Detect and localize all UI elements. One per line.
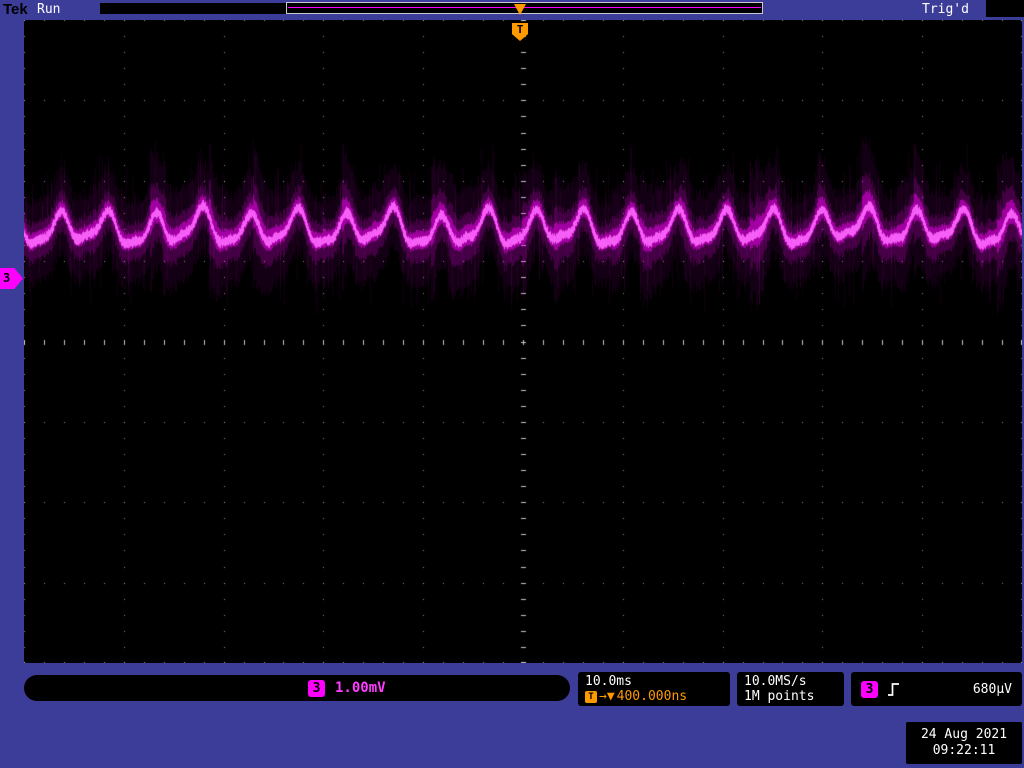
vertical-scale-readout: 3 1.00mV [24,675,570,701]
trigger-source-badge: 3 [861,681,878,698]
top-black-strip [100,3,286,14]
graticule-waveform-canvas [24,20,1022,663]
record-length: 1M points [744,689,837,704]
tek-logo: Tek [3,1,28,18]
delay-arrow-icons: →▼ [599,689,615,704]
acquisition-readout: 10.0MS/s 1M points [737,672,844,706]
time-per-division: 10.0ms [585,674,723,689]
trigger-status: Trig'd [922,2,969,17]
rising-edge-slope-icon [887,682,900,697]
oscilloscope-screen: T [24,20,1022,663]
channel-3-badge: 3 [308,680,325,697]
trigger-t-icon: T [585,691,597,703]
top-right-black-panel [986,0,1024,17]
time-value: 09:22:11 [933,743,996,759]
trigger-readout: 3 680µV [851,672,1022,706]
trigger-level-value: 680µV [973,682,1012,697]
sample-rate: 10.0MS/s [744,674,837,689]
delay-value: 400.000ns [617,689,687,704]
horizontal-readout: 10.0ms T →▼ 400.000ns [578,672,730,706]
channel-3-scale: 1.00mV [335,680,386,696]
delay-readout: T →▼ 400.000ns [585,689,723,704]
date-value: 24 Aug 2021 [921,727,1007,743]
datetime-readout: 24 Aug 2021 09:22:11 [906,722,1022,764]
trigger-position-arrow-icon [514,4,526,15]
channel-3-position-marker: 3 [0,268,23,289]
acquisition-status: Run [37,2,60,17]
